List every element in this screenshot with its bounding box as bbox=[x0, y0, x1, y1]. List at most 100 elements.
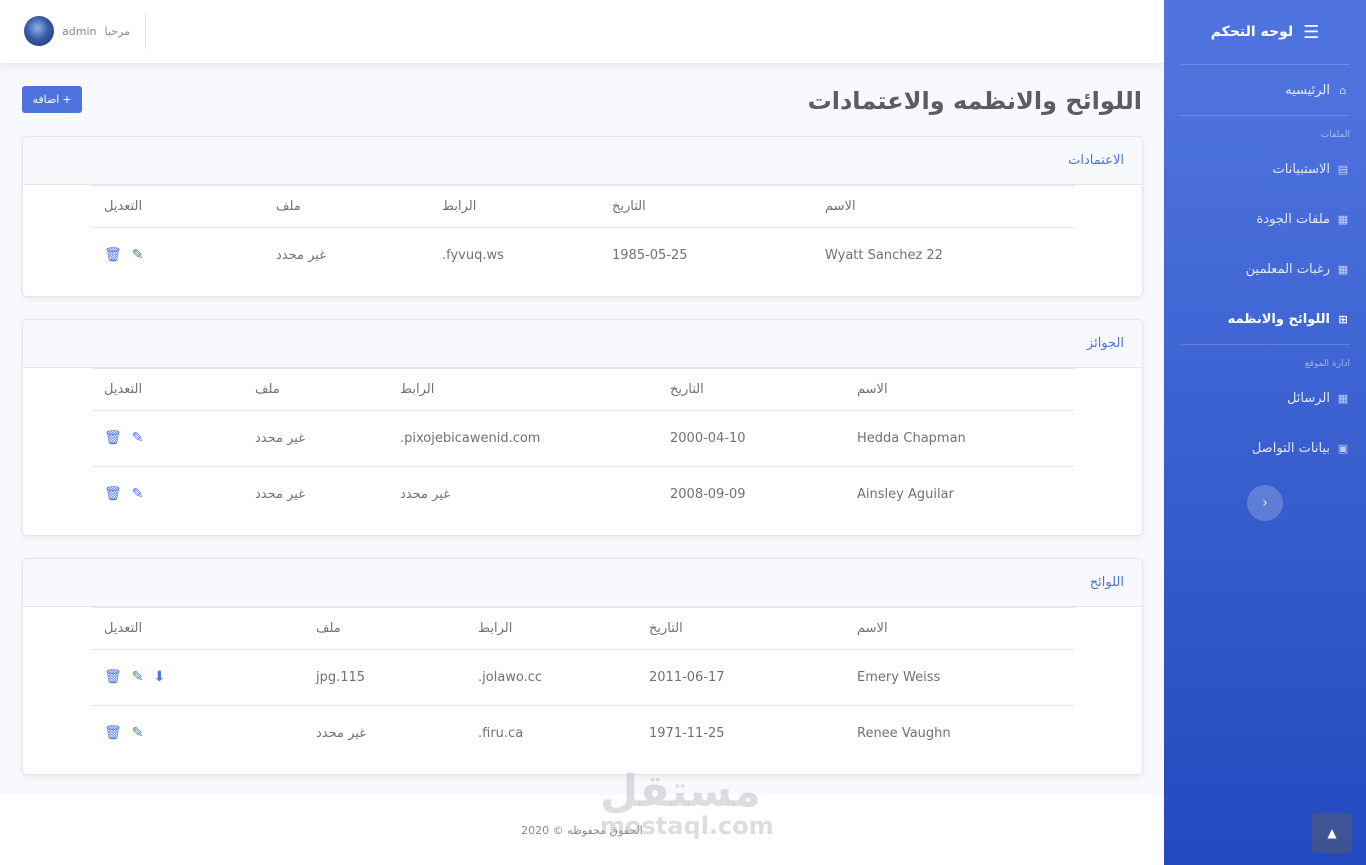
col-link: الرابط bbox=[388, 367, 658, 411]
sidebar-heading-site: ادارة الموقع bbox=[1304, 359, 1350, 369]
sliders-icon: ☰ bbox=[1303, 21, 1320, 43]
card-title: الاعتمادات bbox=[23, 137, 1142, 185]
watermark: مستقل mostaql.com bbox=[600, 768, 774, 841]
cell-link: firu.ca. bbox=[478, 725, 524, 741]
cell-actions: 🗑 ✎ bbox=[92, 410, 243, 467]
edit-icon[interactable]: ✎ bbox=[132, 248, 144, 262]
watermark-latin: mostaql.com bbox=[600, 812, 774, 840]
table-row: Emery Weiss 2011-06-17 jolawo.cc. jpg.11… bbox=[92, 649, 1075, 706]
trash-icon[interactable]: 🗑 bbox=[104, 726, 122, 740]
table-row: Hedda Chapman 2000-04-10 pixojebicawenid… bbox=[92, 410, 1075, 467]
chevron-left-icon: ‹ bbox=[1262, 495, 1268, 511]
user-menu[interactable]: admin مرحبا bbox=[24, 16, 130, 46]
download-icon[interactable]: ⬇ bbox=[154, 670, 166, 684]
cell-name: Hedda Chapman bbox=[845, 410, 1075, 467]
topbar: admin مرحبا bbox=[0, 0, 1164, 63]
page-title: اللوائح والانظمه والاعتمادات bbox=[807, 87, 1142, 115]
table-row: Renee Vaughn 1971-11-25 firu.ca. غير محد… bbox=[92, 705, 1075, 761]
cell-link: غير محدد bbox=[400, 486, 450, 502]
col-edit: التعديل bbox=[92, 606, 304, 650]
sidebar-item-label: الرسائل bbox=[1286, 390, 1330, 406]
list-icon: ▤ bbox=[1337, 162, 1349, 176]
avatar[interactable] bbox=[24, 16, 54, 46]
home-icon: ⌂ bbox=[1339, 83, 1347, 97]
edit-icon[interactable]: ✎ bbox=[132, 726, 144, 740]
col-name: الاسم bbox=[845, 367, 1075, 411]
table-row: Wyatt Sanchez 22 1985-05-25 fyvuq.ws. غي… bbox=[92, 227, 1075, 283]
col-edit: التعديل bbox=[92, 367, 243, 411]
sidebar-item-label: ملفات الجودة bbox=[1256, 211, 1330, 227]
trash-icon[interactable]: 🗑 bbox=[104, 670, 122, 684]
sidebar-item-regulations[interactable]: ⊞ اللوائح والانظمه bbox=[1164, 294, 1366, 344]
cell-file: غير محدد bbox=[276, 247, 326, 263]
sidebar-item-quality-files[interactable]: ▦ ملفات الجودة bbox=[1164, 194, 1366, 244]
col-date: التاريخ bbox=[658, 367, 845, 411]
sidebar-item-messages[interactable]: ▦ الرسائل bbox=[1164, 373, 1366, 423]
col-file: ملف bbox=[243, 367, 388, 411]
footer: الحقوق محفوظه © 2020 bbox=[0, 795, 1164, 865]
cell-date: 1971-11-25 bbox=[649, 725, 725, 741]
edit-icon[interactable]: ✎ bbox=[132, 431, 144, 445]
grid-icon: ▦ bbox=[1337, 212, 1349, 226]
data-table: الاسم التاريخ الرابط ملف التعديل Wyatt S… bbox=[92, 184, 1075, 283]
edit-icon[interactable]: ✎ bbox=[132, 670, 144, 684]
scroll-to-top-button[interactable]: ▲ bbox=[1312, 813, 1352, 853]
cell-date: 2000-04-10 bbox=[658, 410, 845, 467]
trash-icon[interactable]: 🗑 bbox=[104, 431, 122, 445]
table-icon: ⊞ bbox=[1338, 312, 1348, 326]
col-name: الاسم bbox=[813, 184, 1075, 228]
cell-file: jpg.115 bbox=[304, 649, 466, 706]
user-name: admin bbox=[62, 24, 97, 38]
sidebar-item-contact-data[interactable]: ▣ بيانات التواصل bbox=[1164, 423, 1366, 473]
main-content: اللوائح والانظمه والاعتمادات + اضافه الا… bbox=[0, 63, 1164, 795]
cell-file: غير محدد bbox=[255, 486, 305, 502]
cell-date: 1985-05-25 bbox=[612, 247, 688, 263]
sidebar-brand[interactable]: ☰ لوحه التحكم bbox=[1164, 0, 1366, 64]
cell-name: Renee Vaughn bbox=[857, 725, 951, 741]
col-date: التاريخ bbox=[600, 184, 813, 228]
cell-date: 2008-09-09 bbox=[670, 486, 746, 502]
id-card-icon: ▣ bbox=[1337, 441, 1349, 455]
cell-name: Wyatt Sanchez 22 bbox=[825, 247, 943, 263]
card-awards: الجوائز الاسم التاريخ الرابط ملف التعديل… bbox=[22, 319, 1143, 536]
sidebar-item-teacher-wishes[interactable]: ▦ رغبات المعلمين bbox=[1164, 244, 1366, 294]
chevron-up-icon: ▲ bbox=[1327, 826, 1337, 840]
brand-label: لوحه التحكم bbox=[1210, 24, 1294, 40]
cell-actions: 🗑 ✎ ⬇ bbox=[92, 649, 304, 706]
grid-icon: ▦ bbox=[1337, 262, 1349, 276]
add-button-label: اضافه bbox=[32, 93, 60, 106]
trash-icon[interactable]: 🗑 bbox=[104, 248, 122, 262]
topbar-divider bbox=[145, 13, 146, 49]
sidebar-item-home[interactable]: ⌂ الرئيسيه bbox=[1164, 65, 1366, 115]
add-button[interactable]: + اضافه bbox=[22, 86, 82, 113]
sidebar-item-label: الرئيسيه bbox=[1285, 82, 1330, 98]
sidebar-toggle-button[interactable]: ‹ bbox=[1247, 485, 1283, 521]
col-edit: التعديل bbox=[92, 184, 264, 228]
data-table: الاسم التاريخ الرابط ملف التعديل Emery W… bbox=[92, 606, 1075, 761]
plus-icon: + bbox=[62, 93, 72, 106]
cell-name: Ainsley Aguilar bbox=[857, 486, 954, 502]
cell-actions: 🗑 ✎ bbox=[92, 466, 243, 522]
data-table: الاسم التاريخ الرابط ملف التعديل Hedda C… bbox=[92, 367, 1075, 522]
cell-link: pixojebicawenid.com. bbox=[388, 410, 658, 467]
sidebar-item-surveys[interactable]: ▤ الاستبيانات bbox=[1164, 144, 1366, 194]
card-title: اللوائح bbox=[23, 559, 1142, 607]
edit-icon[interactable]: ✎ bbox=[132, 487, 144, 501]
col-name: الاسم bbox=[845, 606, 1075, 650]
greeting: مرحبا bbox=[104, 24, 130, 38]
col-file: ملف bbox=[304, 606, 466, 650]
table-row: Ainsley Aguilar 2008-09-09 غير محدد غير … bbox=[92, 466, 1075, 522]
sidebar-item-label: الاستبيانات bbox=[1272, 161, 1330, 177]
card-accreditations: الاعتمادات الاسم التاريخ الرابط ملف التع… bbox=[22, 136, 1143, 297]
col-date: التاريخ bbox=[637, 606, 845, 650]
sidebar-item-label: اللوائح والانظمه bbox=[1227, 311, 1330, 327]
trash-icon[interactable]: 🗑 bbox=[104, 487, 122, 501]
card-regulations: اللوائح الاسم التاريخ الرابط ملف التعديل… bbox=[22, 558, 1143, 775]
col-file: ملف bbox=[264, 184, 430, 228]
cell-link: fyvuq.ws. bbox=[442, 247, 504, 263]
sidebar-item-label: رغبات المعلمين bbox=[1245, 261, 1330, 277]
sidebar-heading-files: الملفات bbox=[1320, 130, 1350, 140]
card-title: الجوائز bbox=[23, 320, 1142, 368]
col-link: الرابط bbox=[430, 184, 600, 228]
cell-link: jolawo.cc. bbox=[466, 649, 637, 706]
